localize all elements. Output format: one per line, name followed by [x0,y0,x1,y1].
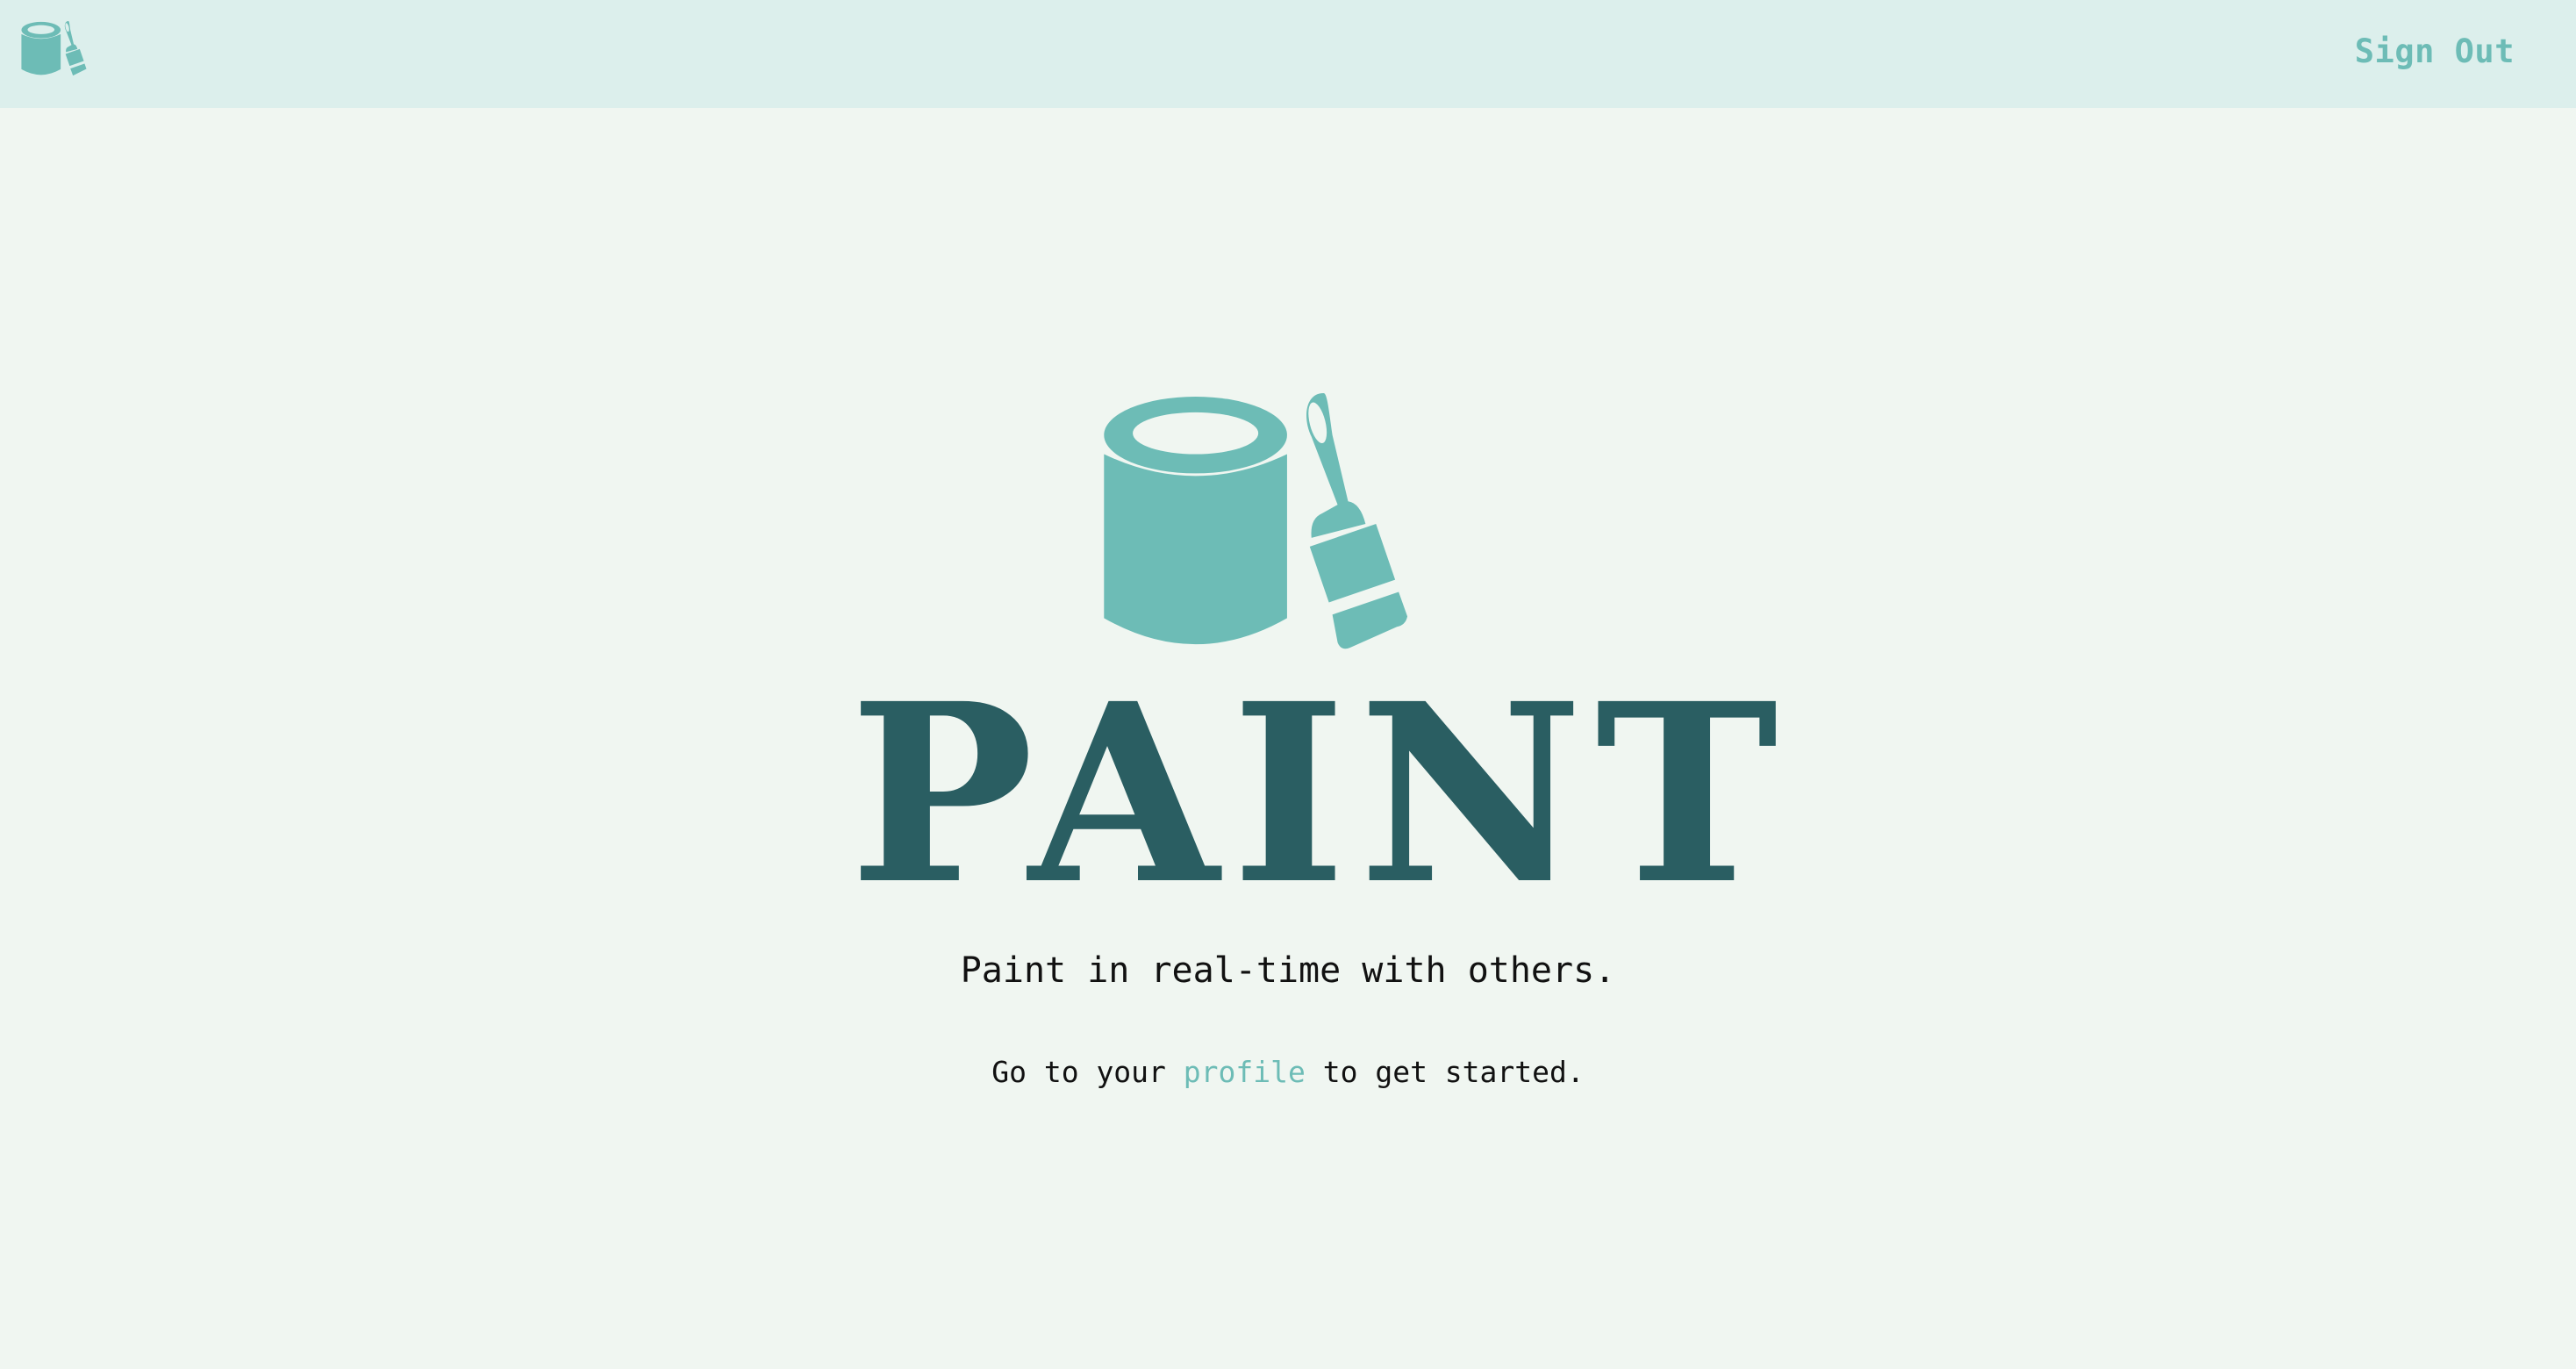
sign-out-button[interactable]: Sign Out [2355,30,2515,74]
app-title: PAINT [849,650,1791,939]
paint-can-brush-icon[interactable] [21,21,97,79]
cta-suffix: to get started. [1305,1055,1585,1089]
top-navbar: Sign Out [0,0,2576,108]
get-started-text: Go to your profile to get started. [0,1053,2576,1092]
paint-can-brush-icon [1104,393,1408,649]
tagline: Paint in real-time with others. [960,950,1616,991]
cta-prefix: Go to your [991,1055,1184,1089]
profile-link[interactable]: profile [1184,1055,1306,1089]
